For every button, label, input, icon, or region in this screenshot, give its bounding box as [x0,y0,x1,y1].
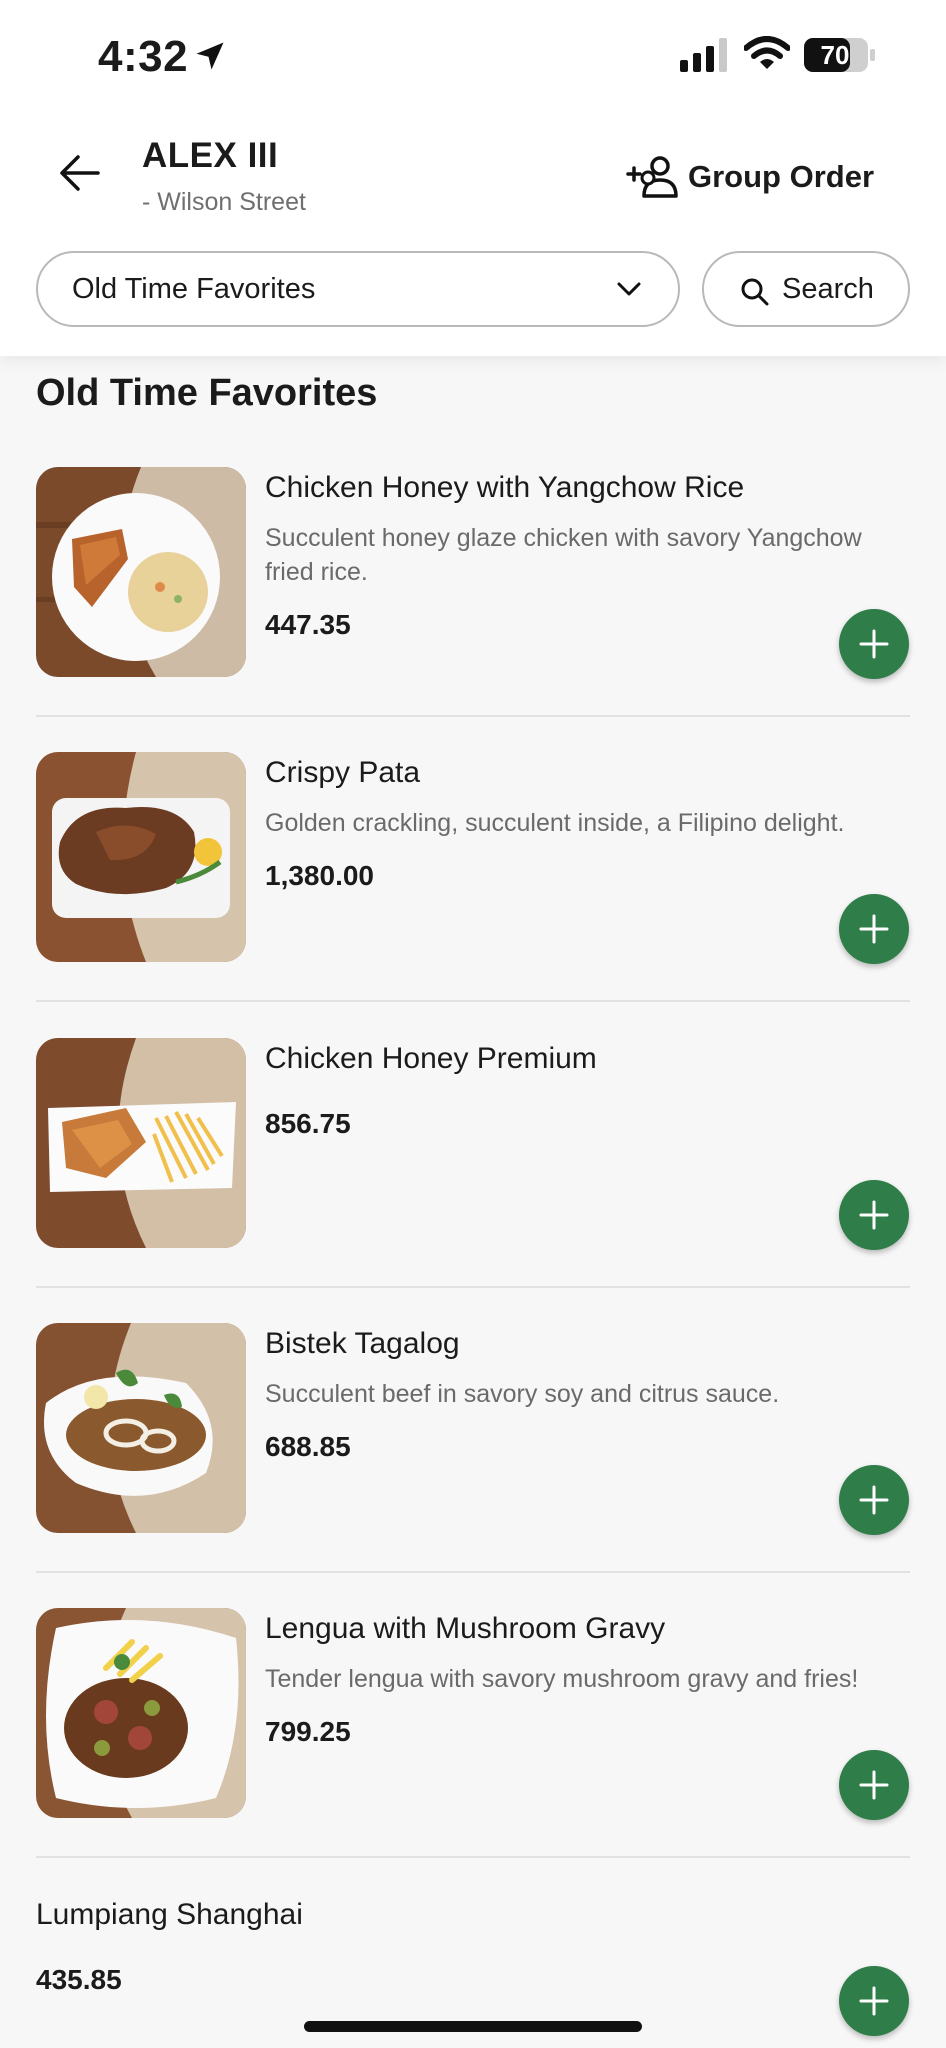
search-label: Search [782,273,874,305]
store-branch: - Wilson Street [142,188,306,216]
divider [36,1000,910,1002]
search-button[interactable]: Search [702,251,910,327]
signal-icon [680,38,727,72]
item-name: Lengua with Mushroom Gravy [265,1612,666,1645]
location-arrow-icon [196,42,224,70]
food-image [36,467,246,677]
item-price: 799.25 [265,1716,351,1747]
item-name: Lumpiang Shanghai [36,1898,303,1931]
back-arrow-icon[interactable] [50,148,110,198]
section-title: Old Time Favorites [36,372,378,414]
status-time: 4:32 [98,32,189,81]
group-add-icon [626,156,678,198]
menu-item[interactable]: Bistek Tagalog Succulent beef in savory … [36,1323,910,1537]
divider [36,1286,910,1288]
home-indicator [304,2021,642,2032]
category-value: Old Time Favorites [72,273,316,305]
food-image [36,1038,246,1248]
battery-level: 70 [820,40,850,70]
add-to-cart-button[interactable] [839,1750,909,1820]
food-image [36,1323,246,1533]
menu-item[interactable]: Crispy Pata Golden crackling, succulent … [36,752,910,966]
item-price: 447.35 [265,609,351,640]
category-dropdown[interactable]: Old Time Favorites [36,251,680,327]
top-bar: 4:32 70 ALEX III - Wilson Street Group O… [0,0,946,356]
item-price: 856.75 [265,1108,351,1139]
store-name: ALEX III [142,136,279,175]
item-description: Succulent beef in savory soy and citrus … [265,1380,780,1408]
group-order-button[interactable]: Group Order [626,150,874,204]
item-description: Golden crackling, succulent inside, a Fi… [265,809,845,837]
item-price: 435.85 [36,1964,122,1995]
plus-icon [859,1485,889,1515]
food-image [36,752,246,962]
plus-icon [859,1200,889,1230]
item-description: Succulent honey glaze chicken with savor… [265,524,862,586]
item-name: Crispy Pata [265,756,421,789]
divider [36,1856,910,1858]
menu-item[interactable]: Lengua with Mushroom Gravy Tender lengua… [36,1608,910,1822]
plus-icon [859,629,889,659]
wifi-icon [744,36,790,69]
divider [36,715,910,717]
chevron-down-icon [617,282,641,296]
add-to-cart-button[interactable] [839,894,909,964]
divider [36,1571,910,1573]
item-price: 1,380.00 [265,860,374,891]
add-to-cart-button[interactable] [839,1180,909,1250]
status-bar: 4:32 70 [0,0,946,110]
plus-icon [859,1986,889,2016]
group-order-label: Group Order [688,159,875,194]
item-name: Bistek Tagalog [265,1327,460,1360]
add-to-cart-button[interactable] [839,1465,909,1535]
plus-icon [859,1770,889,1800]
item-price: 688.85 [265,1431,351,1462]
item-name: Chicken Honey with Yangchow Rice [265,471,745,504]
search-icon [741,278,769,306]
item-description: Tender lengua with savory mushroom gravy… [265,1665,859,1693]
food-image [36,1608,246,1818]
add-to-cart-button[interactable] [839,609,909,679]
add-to-cart-button[interactable] [839,1966,909,2036]
plus-icon [859,914,889,944]
item-name: Chicken Honey Premium [265,1042,597,1075]
menu-item[interactable]: Chicken Honey Premium 856.75 [36,1038,910,1252]
menu-item[interactable]: Chicken Honey with Yangchow Rice Succule… [36,467,910,681]
